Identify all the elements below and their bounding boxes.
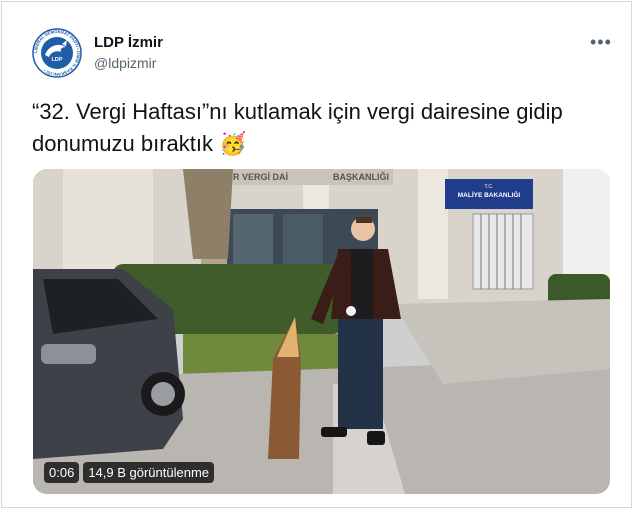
author-name[interactable]: LDP İzmir — [94, 34, 163, 51]
video-overlay: 0:06 14,9 B görüntülenme — [44, 461, 215, 483]
author-handle[interactable]: @ldpizmir — [94, 55, 156, 71]
building-sign-right: BAŞKANLIĞI — [333, 171, 389, 182]
blue-sign-line2: MALİYE BAKANLIĞI — [458, 190, 521, 199]
blue-sign-line1: T.C. — [485, 184, 494, 190]
video-view-count: 14,9 B görüntülenme — [83, 461, 215, 483]
video-timestamp: 0:06 — [44, 461, 80, 483]
tweet-card[interactable]: LİBERAL DEMOKRAT PARTİ • İZMİR İL BAŞKAN… — [1, 1, 632, 508]
avatar[interactable]: LİBERAL DEMOKRAT PARTİ • İZMİR İL BAŞKAN… — [32, 28, 82, 78]
avatar-center-text: LDP — [52, 57, 63, 63]
video-frame: İZMİR VERGİ DAİ BAŞKANLIĞI T.C. MALİYE B… — [33, 169, 610, 494]
video-player[interactable]: İZMİR VERGİ DAİ BAŞKANLIĞI T.C. MALİYE B… — [33, 169, 610, 494]
tweet-text: “32. Vergi Haftası”nı kutlamak için verg… — [32, 99, 563, 156]
more-dots-icon[interactable]: ••• — [590, 32, 612, 53]
ldp-logo-icon: LİBERAL DEMOKRAT PARTİ • İZMİR İL BAŞKAN… — [32, 28, 82, 78]
